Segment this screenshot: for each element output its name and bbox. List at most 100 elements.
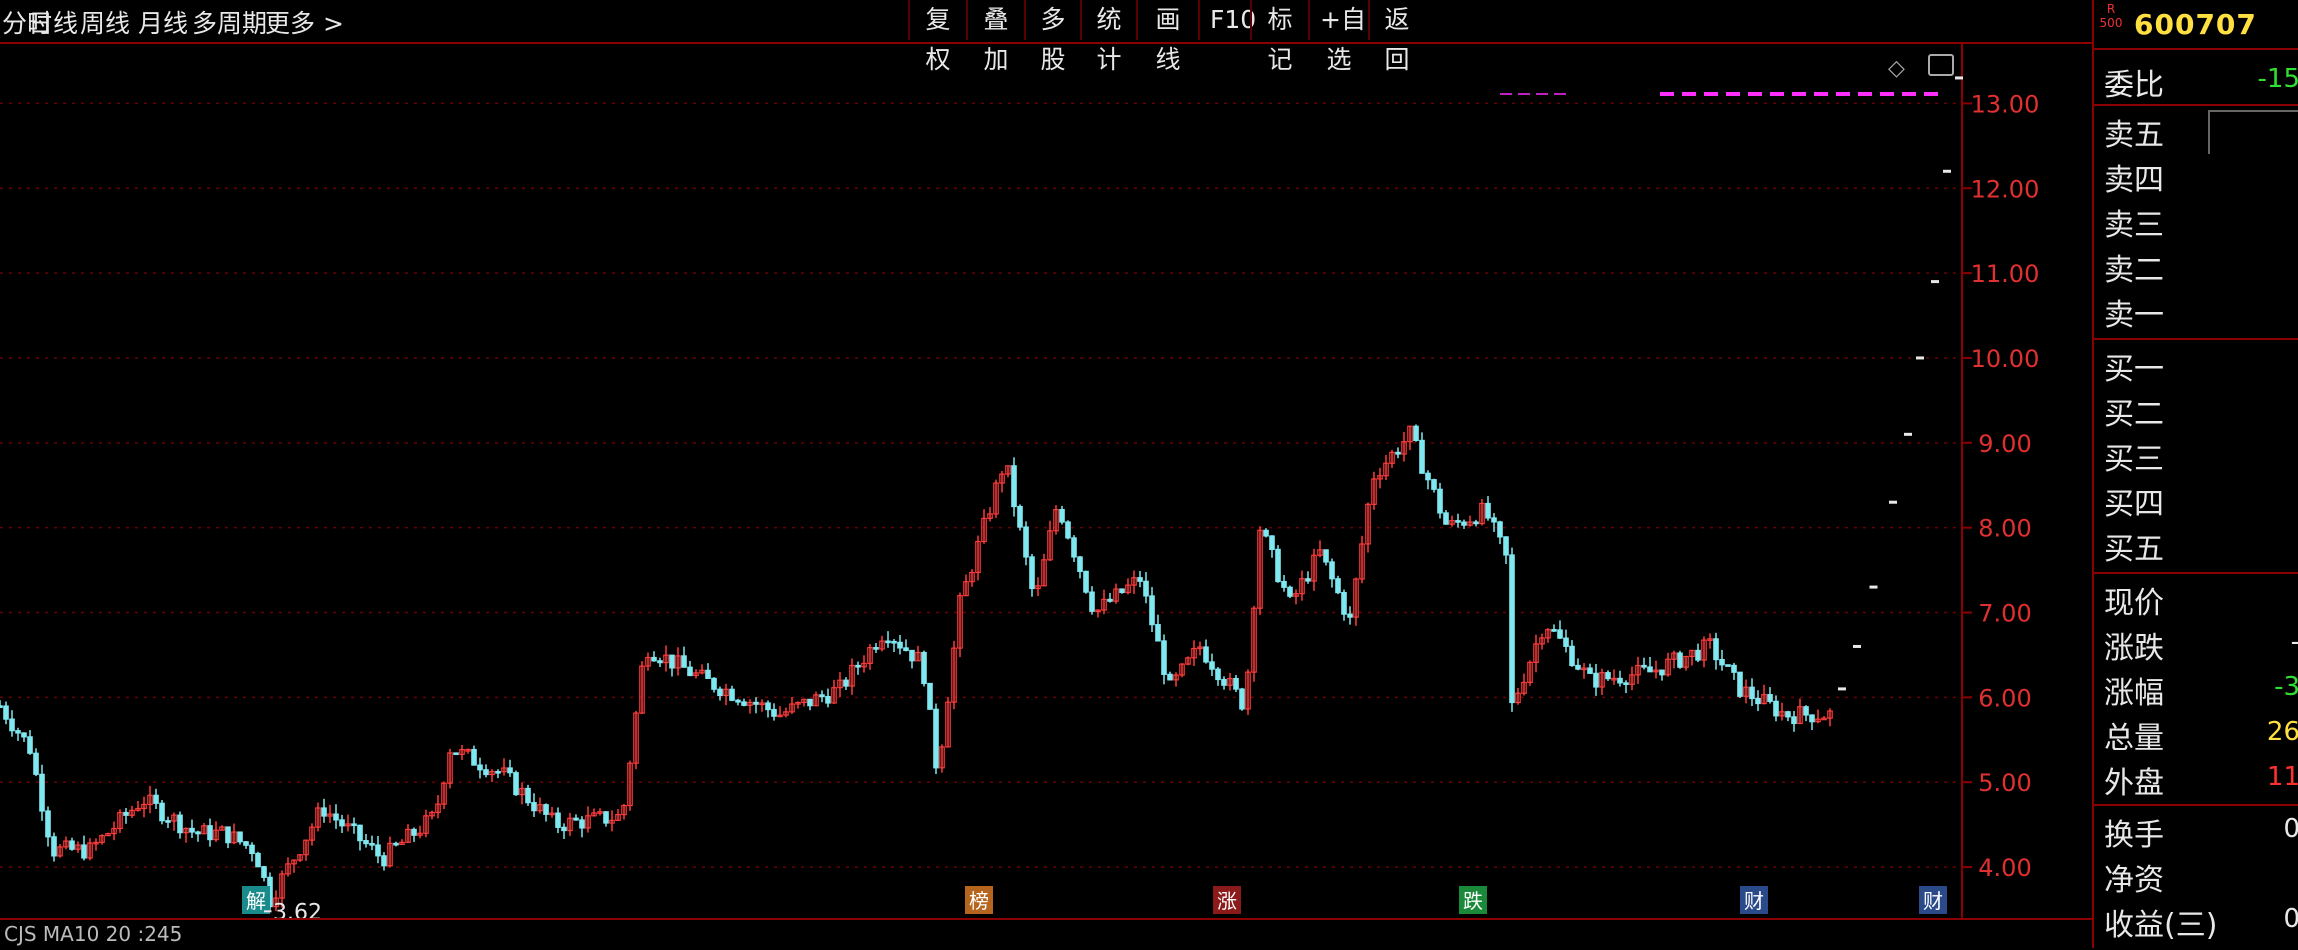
candle-down bbox=[15, 730, 21, 734]
candle-down bbox=[321, 807, 327, 817]
stat2-label: 净资 bbox=[2104, 863, 2164, 898]
toolbar-f10-button[interactable]: F10 bbox=[1198, 0, 1256, 40]
candle-down bbox=[1773, 700, 1779, 717]
candle-down bbox=[1155, 624, 1161, 642]
candle-down bbox=[0, 705, 3, 708]
candle-down bbox=[1437, 488, 1443, 514]
candle-down bbox=[333, 813, 339, 821]
tab-multi-period[interactable]: 多周期 bbox=[192, 4, 267, 40]
candle-down bbox=[351, 823, 357, 827]
candle-down bbox=[1143, 580, 1149, 597]
badge-top: R bbox=[2106, 2, 2116, 16]
y-tick-label: 6.00 bbox=[1978, 684, 2031, 712]
candle-down bbox=[741, 701, 747, 706]
candle-down bbox=[159, 802, 165, 822]
badge-bottom: 500 bbox=[2099, 16, 2123, 30]
buy-label: 买三 bbox=[2104, 442, 2164, 477]
toolbar-back-button[interactable]: 返回 bbox=[1368, 0, 1424, 74]
y-tick-label: 11.00 bbox=[1971, 260, 2040, 288]
price-chart-svg: 13.00 12.00 11.00 10.00 9.00 8.00 7.00 6.00 5.00… bbox=[0, 44, 2040, 925]
candle-down bbox=[1473, 521, 1479, 525]
toolbar-draw-button[interactable]: 画线 bbox=[1136, 0, 1198, 74]
candle-down bbox=[453, 752, 459, 756]
y-tick-label: 4.00 bbox=[1978, 854, 2031, 882]
candle-down bbox=[579, 819, 585, 829]
candle-down bbox=[1659, 669, 1665, 676]
candle-down bbox=[1785, 711, 1791, 718]
stat-label: 总量 bbox=[2104, 721, 2164, 756]
candle-down bbox=[873, 647, 879, 650]
candle-down bbox=[1071, 537, 1077, 558]
candle-down bbox=[1455, 520, 1461, 523]
toolbar-mark-button[interactable]: 标记 bbox=[1250, 0, 1308, 74]
candle-down bbox=[1803, 706, 1809, 716]
candle-down bbox=[1239, 688, 1245, 710]
stat-value: - bbox=[2291, 627, 2298, 657]
window-mode-icon[interactable] bbox=[1928, 54, 1954, 76]
candle-down bbox=[81, 844, 87, 859]
separator bbox=[2094, 104, 2298, 106]
y-tick-label: 12.00 bbox=[1971, 175, 2040, 203]
sell-label: 卖一 bbox=[2104, 298, 2164, 333]
candle-down bbox=[717, 688, 723, 697]
candle-down bbox=[891, 640, 897, 644]
tab-more[interactable]: 更多 > bbox=[265, 4, 344, 40]
price-chart[interactable]: 13.00 12.00 11.00 10.00 9.00 8.00 7.00 6.00 5.00… bbox=[0, 44, 2092, 925]
candle-down bbox=[225, 826, 231, 844]
toolbar-restore-rights-button[interactable]: 复权 bbox=[908, 0, 966, 74]
candle-down bbox=[1623, 682, 1629, 685]
candle-down bbox=[1323, 549, 1329, 563]
candle-down bbox=[1269, 535, 1275, 550]
candle-down bbox=[1335, 578, 1341, 594]
candle-down bbox=[555, 812, 561, 828]
toolbar-add-favorite-button[interactable]: +自选 bbox=[1308, 0, 1368, 74]
candle-down bbox=[933, 708, 939, 769]
stat2-label: 换手 bbox=[2104, 818, 2164, 853]
tab-monthly[interactable]: 月线 bbox=[138, 4, 188, 40]
candle-down bbox=[363, 840, 369, 845]
y-tick-label: 8.00 bbox=[1978, 515, 2031, 543]
toolbar-statistics-button[interactable]: 统计 bbox=[1080, 0, 1136, 74]
tab-daily[interactable]: 日线 bbox=[28, 4, 78, 40]
y-tick-label: 10.00 bbox=[1971, 345, 2040, 373]
toolbar-multi-stock-button[interactable]: 多股 bbox=[1024, 0, 1080, 74]
candle-down bbox=[255, 852, 261, 868]
sell-label: 卖二 bbox=[2104, 253, 2164, 288]
candle-down bbox=[177, 814, 183, 834]
candle-down bbox=[681, 655, 687, 668]
pin-icon[interactable]: ◇ bbox=[1888, 56, 1905, 81]
candle-down bbox=[1755, 697, 1761, 705]
candle-down bbox=[1209, 661, 1215, 670]
candle-down bbox=[1731, 664, 1737, 673]
candle-down bbox=[369, 842, 375, 846]
candle-down bbox=[1287, 586, 1293, 597]
candle-down bbox=[21, 732, 27, 738]
candle-down bbox=[1719, 658, 1725, 666]
stat-value: -3 bbox=[2274, 672, 2298, 702]
toolbar-overlay-button[interactable]: 叠加 bbox=[966, 0, 1024, 74]
candle-down bbox=[153, 794, 159, 804]
candle-down bbox=[1263, 529, 1269, 537]
stat2-label: 收益(三) bbox=[2104, 908, 2218, 943]
tab-weekly[interactable]: 周线 bbox=[80, 4, 130, 40]
candle-down bbox=[1065, 521, 1071, 539]
stat-value: 26 bbox=[2266, 717, 2298, 747]
candle-down bbox=[357, 824, 363, 842]
candle-down bbox=[1077, 556, 1083, 572]
candle-down bbox=[339, 819, 345, 827]
candle-down bbox=[1233, 677, 1239, 690]
candle-down bbox=[1425, 472, 1431, 481]
candle-down bbox=[1491, 517, 1497, 523]
candle-down bbox=[495, 770, 501, 774]
stat2-value: 0 bbox=[2283, 904, 2298, 934]
separator bbox=[2094, 804, 2298, 806]
sell-label: 卖五 bbox=[2104, 118, 2164, 153]
candle-down bbox=[1461, 521, 1467, 526]
candle-down bbox=[687, 666, 693, 677]
candle-down bbox=[1593, 672, 1599, 688]
candle-down bbox=[1575, 664, 1581, 670]
stat-label: 外盘 bbox=[2104, 766, 2164, 801]
quote-panel: R 500 600707 委比 -15 卖五 卖四 卖三 卖二 卖一 买一 买二 买三 买四买… bbox=[2092, 0, 2298, 948]
candle-down bbox=[1587, 667, 1593, 674]
candle-down bbox=[207, 825, 213, 841]
